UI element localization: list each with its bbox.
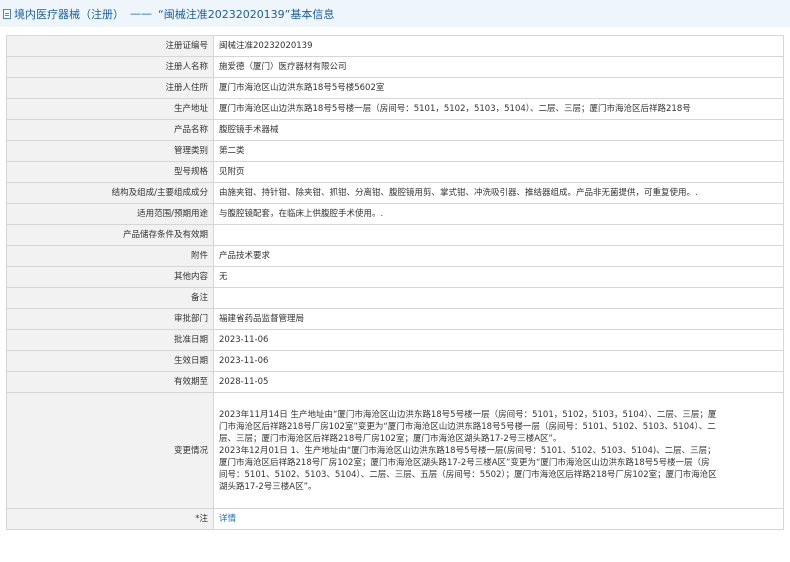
- field-label: 注册人名称: [6, 56, 214, 78]
- field-label: *注: [6, 508, 214, 530]
- field-label: 附件: [6, 245, 214, 267]
- table-row: 生产地址 厦门市海沧区山边洪东路18号5号楼一层（房间号：5101，5102，5…: [6, 98, 784, 120]
- details-link[interactable]: 详情: [219, 514, 236, 524]
- table-row: 产品储存条件及有效期: [6, 224, 784, 246]
- field-value: 详情: [213, 508, 784, 530]
- field-label: 生产地址: [6, 98, 214, 120]
- field-label: 管理类别: [6, 140, 214, 162]
- field-value: 福建省药品监督管理局: [213, 308, 784, 330]
- field-label: 备注: [6, 287, 214, 309]
- change-line: 层、三层；厦门市海沧区后祥路218号厂房102室；厦门市海沧区湖头路17-2号三…: [219, 433, 562, 444]
- field-label: 有效期至: [6, 371, 214, 393]
- table-row: 适用范围/预期用途 与腹腔镜配套，在临床上供腹腔手术使用。.: [6, 203, 784, 225]
- field-label: 其他内容: [6, 266, 214, 288]
- field-value: 厦门市海沧区山边洪东路18号5号楼5602室: [213, 77, 784, 99]
- info-table: 注册证编号 闽械注准20232020139 注册人名称 施爱德（厦门）医疗器材有…: [6, 35, 784, 530]
- table-row: 附件 产品技术要求: [6, 245, 784, 267]
- field-value: 第二类: [213, 140, 784, 162]
- table-row: 管理类别 第二类: [6, 140, 784, 162]
- page: 境内医疗器械（注册） —— “闽械注准20232020139”基本信息 注册证编…: [0, 0, 790, 562]
- field-label: 型号规格: [6, 161, 214, 183]
- field-label: 审批部门: [6, 308, 214, 330]
- field-value: [213, 287, 784, 309]
- changes-value: 2023年11月14日 生产地址由“厦门市海沧区山边洪东路18号5号楼一层（房间…: [213, 392, 784, 509]
- field-label: 生效日期: [6, 350, 214, 372]
- field-label: 产品名称: [6, 119, 214, 141]
- change-line: 湖头路17-2号三楼A区”。: [219, 481, 317, 492]
- field-value: 施爱德（厦门）医疗器材有限公司: [213, 56, 784, 78]
- header-separator: ——: [130, 7, 152, 20]
- field-label: 注册人住所: [6, 77, 214, 99]
- table-row: 审批部门 福建省药品监督管理局: [6, 308, 784, 330]
- field-value: 闽械注准20232020139: [213, 35, 784, 57]
- field-value: 腹腔镜手术器械: [213, 119, 784, 141]
- field-value: 与腹腔镜配套，在临床上供腹腔手术使用。.: [213, 203, 784, 225]
- field-value: 2028-11-05: [213, 371, 784, 393]
- table-row: 注册人名称 施爱德（厦门）医疗器材有限公司: [6, 56, 784, 78]
- change-line: 厦门市海沧区后祥路218号厂房102室；厦门市海沧区湖头路17-2号三楼A区”变…: [219, 457, 710, 468]
- change-line: 2023年11月14日 生产地址由“厦门市海沧区山边洪东路18号5号楼一层（房间…: [219, 409, 717, 420]
- change-line: 2023年12月01日 1、生产地址由“厦门市海沧区山边洪东路18号5号楼一层(…: [219, 445, 716, 456]
- table-row: 注册证编号 闽械注准20232020139: [6, 35, 784, 57]
- field-value: 由施夹钳、持针钳、除夹钳、抓钳、分离钳、腹腔镜用剪、掌式钳、冲洗吸引器、推结器组…: [213, 182, 784, 204]
- field-label: 批准日期: [6, 329, 214, 351]
- field-label: 适用范围/预期用途: [6, 203, 214, 225]
- table-row: 产品名称 腹腔镜手术器械: [6, 119, 784, 141]
- table-row: 有效期至 2028-11-05: [6, 371, 784, 393]
- table-row-changes: 变更情况 2023年11月14日 生产地址由“厦门市海沧区山边洪东路18号5号楼…: [6, 392, 784, 509]
- field-label: 结构及组成/主要组成成分: [6, 182, 214, 204]
- field-label: 注册证编号: [6, 35, 214, 57]
- field-value: 2023-11-06: [213, 350, 784, 372]
- field-value: 厦门市海沧区山边洪东路18号5号楼一层（房间号：5101，5102，5103，5…: [213, 98, 784, 120]
- table-row: 生效日期 2023-11-06: [6, 350, 784, 372]
- document-icon: [3, 8, 11, 19]
- field-value: [213, 224, 784, 246]
- table-row: 注册人住所 厦门市海沧区山边洪东路18号5号楼5602室: [6, 77, 784, 99]
- table-row: 其他内容 无: [6, 266, 784, 288]
- field-value: 无: [213, 266, 784, 288]
- field-label: 产品储存条件及有效期: [6, 224, 214, 246]
- table-row: 结构及组成/主要组成成分 由施夹钳、持针钳、除夹钳、抓钳、分离钳、腹腔镜用剪、掌…: [6, 182, 784, 204]
- page-header: 境内医疗器械（注册） —— “闽械注准20232020139”基本信息: [0, 0, 790, 27]
- field-label: 变更情况: [6, 392, 214, 509]
- table-row: 备注: [6, 287, 784, 309]
- field-value: 见附页: [213, 161, 784, 183]
- header-title: “闽械注准20232020139”基本信息: [158, 7, 335, 21]
- field-value: 产品技术要求: [213, 245, 784, 267]
- header-category: 境内医疗器械（注册）: [14, 7, 124, 21]
- field-value: 2023-11-06: [213, 329, 784, 351]
- table-row: 批准日期 2023-11-06: [6, 329, 784, 351]
- table-row: 型号规格 见附页: [6, 161, 784, 183]
- change-line: 门市海沧区后祥路218号厂房102室”变更为“厦门市海沧区山边洪东路18号5号楼…: [219, 421, 716, 432]
- change-line: 间号：5101、5102、5103、5104）、二层、三层、五层（房间号：550…: [219, 469, 717, 480]
- table-row-note: *注 详情: [6, 508, 784, 530]
